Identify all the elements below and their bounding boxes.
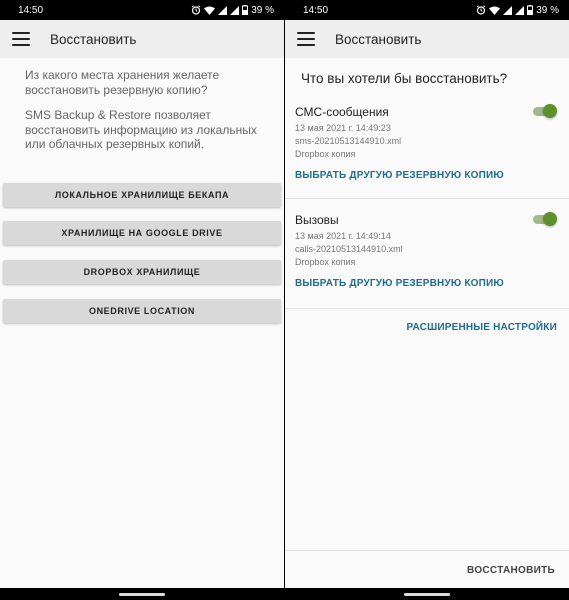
sms-item-title: СМС-сообщения — [295, 105, 389, 119]
divider — [285, 550, 569, 551]
wifi-icon — [204, 6, 216, 15]
restore-question: Что вы хотели бы восстановить? — [301, 71, 508, 86]
signal-icon — [230, 5, 240, 15]
status-time: 14:50 — [18, 4, 44, 16]
app-bar: Восстановить — [0, 20, 284, 58]
divider — [285, 308, 569, 309]
status-bar: 14:50 39 % — [0, 0, 284, 20]
menu-icon[interactable] — [297, 32, 315, 46]
onedrive-button[interactable]: ONEDRIVE LOCATION — [3, 299, 281, 323]
calls-item-source: Dropbox копия — [295, 257, 356, 267]
divider — [285, 198, 569, 199]
nav-bar — [0, 588, 284, 600]
battery-icon — [242, 5, 249, 15]
local-storage-button[interactable]: ЛОКАЛЬНОЕ ХРАНИЛИЩЕ БЕКАПА — [3, 183, 281, 207]
home-handle[interactable] — [119, 592, 165, 596]
calls-item-date: 13 мая 2021 г. 14:49:14 — [295, 231, 391, 241]
restore-button[interactable]: ВОССТАНОВИТЬ — [467, 565, 555, 576]
sms-choose-backup-button[interactable]: ВЫБРАТЬ ДРУГУЮ РЕЗЕРВНУЮ КОПИЮ — [295, 170, 504, 181]
status-time: 14:50 — [303, 4, 329, 16]
sms-item-date: 13 мая 2021 г. 14:49:23 — [295, 123, 391, 133]
status-bar: 14:50 39 % — [285, 0, 569, 20]
calls-toggle[interactable] — [531, 212, 557, 226]
google-drive-button[interactable]: ХРАНИЛИЩЕ НА GOOGLE DRIVE — [3, 221, 281, 245]
calls-item-file: calls-20210513144910.xml — [295, 244, 403, 254]
nav-bar — [285, 588, 569, 600]
signal-icon — [515, 5, 525, 15]
status-icons: 39 % — [191, 5, 274, 16]
storage-description: SMS Backup & Restore позволяет восстанов… — [25, 108, 257, 151]
right-screen: 14:50 39 % Восстановить Что вы хотели бы… — [285, 0, 569, 600]
app-title: Восстановить — [50, 31, 137, 47]
calls-item-title: Вызовы — [295, 213, 339, 227]
status-icons: 39 % — [476, 5, 559, 16]
signal-icon — [218, 5, 228, 15]
battery-level: 39 % — [536, 4, 559, 16]
app-title: Восстановить — [335, 31, 422, 47]
battery-level: 39 % — [251, 4, 274, 16]
calls-choose-backup-button[interactable]: ВЫБРАТЬ ДРУГУЮ РЕЗЕРВНУЮ КОПИЮ — [295, 278, 504, 289]
sms-item-source: Dropbox копия — [295, 149, 356, 159]
advanced-settings-button[interactable]: РАСШИРЕННЫЕ НАСТРОЙКИ — [406, 322, 557, 333]
battery-icon — [527, 5, 534, 15]
dropbox-button[interactable]: DROPBOX ХРАНИЛИЩЕ — [3, 260, 281, 284]
alarm-icon — [476, 5, 486, 15]
left-screen: 14:50 39 % Восстановить Из какого места … — [0, 0, 284, 600]
wifi-icon — [489, 6, 501, 15]
app-bar: Восстановить — [285, 20, 569, 58]
sms-item-file: sms-20210513144910.xml — [295, 136, 402, 146]
storage-question: Из какого места хранения желаете восстан… — [25, 68, 220, 97]
sms-toggle[interactable] — [531, 104, 557, 118]
menu-icon[interactable] — [12, 32, 30, 46]
alarm-icon — [191, 5, 201, 15]
home-handle[interactable] — [404, 592, 450, 596]
signal-icon — [503, 5, 513, 15]
